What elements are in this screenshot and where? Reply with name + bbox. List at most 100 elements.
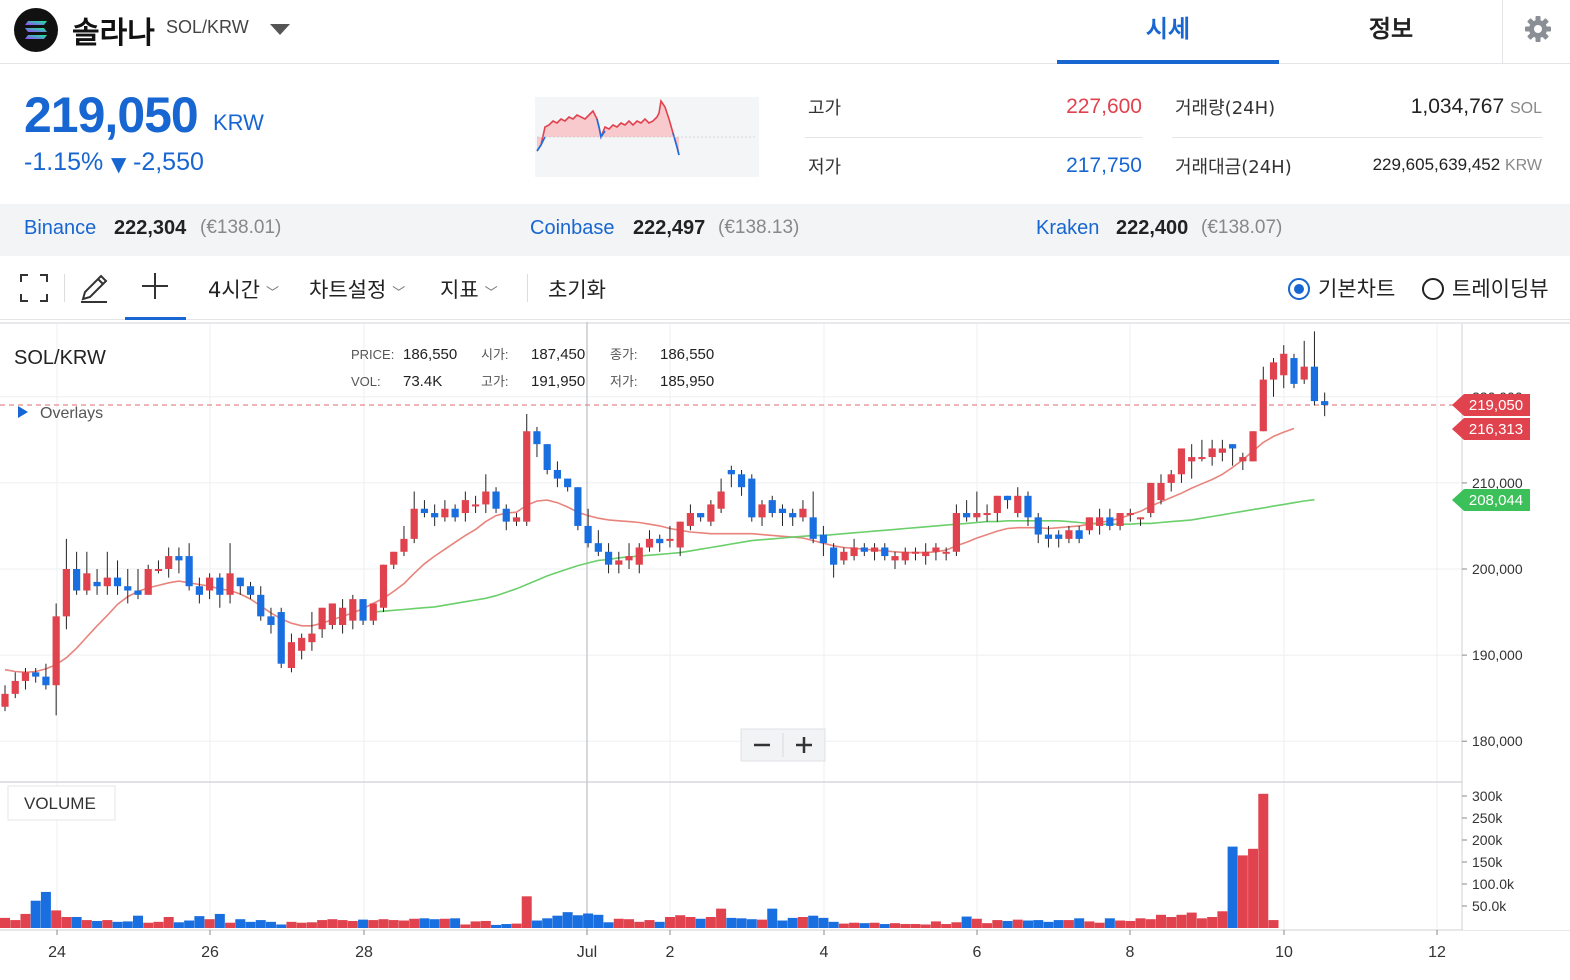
candle-body <box>830 547 838 565</box>
volume-bar <box>153 921 164 928</box>
volume-bar <box>265 921 276 928</box>
candle-body <box>1096 517 1104 526</box>
exchange-name-binance[interactable]: Binance <box>24 217 96 240</box>
candle-body <box>1014 495 1022 514</box>
volume-bar <box>1196 918 1207 928</box>
tab-price[interactable]: 시세 <box>1057 0 1279 64</box>
volume-axis-label: 200k <box>1472 832 1503 848</box>
indicators-menu[interactable]: 지표 ﹀ <box>440 274 498 304</box>
candle-body <box>216 577 224 595</box>
candle-body <box>553 469 562 479</box>
triangle-down-icon[interactable] <box>268 20 292 38</box>
time-axis-label: Jul <box>577 944 597 961</box>
candle-body <box>431 513 439 518</box>
volume-bar <box>276 924 287 928</box>
volume-bar <box>890 923 901 928</box>
candle-body <box>318 607 326 630</box>
settings-button[interactable] <box>1502 0 1570 64</box>
volume-bar <box>828 921 839 928</box>
candle-body <box>604 551 613 565</box>
volume-bar <box>30 900 41 928</box>
volume-bar <box>695 918 706 928</box>
exchange-name-kraken[interactable]: Kraken <box>1036 217 1099 240</box>
volume-bar <box>204 919 215 928</box>
volume-bar <box>92 920 103 928</box>
candle-body <box>73 569 81 591</box>
exchange-price-bar: Binance 222,304 (€138.01) Coinbase 222,4… <box>0 204 1570 256</box>
exchange-eur-kraken: (€138.07) <box>1201 217 1283 238</box>
volume-bar <box>644 920 655 928</box>
candle-body <box>870 547 879 552</box>
volume-bar <box>10 920 21 928</box>
candle-body <box>246 586 255 595</box>
change-amount: -2,550 <box>133 148 204 176</box>
candle-body <box>451 508 459 518</box>
candle-body <box>1116 513 1124 526</box>
price-tag-label: 219,050 <box>1469 397 1523 414</box>
volume-bar <box>634 921 645 928</box>
candle-body <box>676 521 684 548</box>
candle-body <box>809 517 817 539</box>
candle-body <box>502 508 510 522</box>
candle-body <box>328 603 336 625</box>
volume-bar <box>818 917 829 928</box>
divider <box>1172 137 1542 138</box>
volume-bar <box>409 918 420 928</box>
volume-bar <box>255 920 266 928</box>
top-header: 솔라나 SOL/KRW 시세 정보 <box>0 0 1570 64</box>
chart-settings-menu[interactable]: 차트설정 ﹀ <box>309 274 405 304</box>
volume-bar <box>1135 918 1146 928</box>
candle-body <box>748 478 756 518</box>
high-value: 227,600 <box>1066 95 1142 118</box>
candle-body <box>1136 517 1145 520</box>
gear-icon <box>1525 16 1551 42</box>
legend-low-value: 185,950 <box>660 373 714 390</box>
candle-body <box>1167 474 1175 483</box>
pencil-icon[interactable] <box>78 270 110 306</box>
fullscreen-icon[interactable] <box>18 270 50 306</box>
volume-bar <box>347 920 358 928</box>
basic-chart-radio[interactable]: 기본차트 <box>1288 273 1395 303</box>
candle-body <box>840 551 848 561</box>
volume-bar <box>61 917 72 928</box>
candle-body <box>461 500 469 514</box>
volume-bar <box>122 921 133 928</box>
candle-body <box>727 469 735 475</box>
candle-body <box>308 633 316 643</box>
interval-select[interactable]: 4시간 ﹀ <box>208 274 279 304</box>
volume-bar <box>900 924 911 928</box>
tradingview-radio[interactable]: 트레이딩뷰 <box>1422 273 1549 303</box>
volume-bar <box>787 917 798 928</box>
legend-vol-value: 73.4K <box>403 373 442 390</box>
candle-body <box>165 556 173 569</box>
volume-axis-label: 300k <box>1472 788 1503 804</box>
candle-body <box>1177 448 1186 475</box>
candle-body <box>737 474 746 488</box>
volume-value: 1,034,767 SOL <box>1410 95 1542 118</box>
candle-body <box>144 569 152 595</box>
coin-name: 솔라나 <box>72 16 155 51</box>
candle-body <box>379 564 388 608</box>
chevron-down-icon: ﹀ <box>392 286 406 301</box>
volume-bar <box>102 920 113 928</box>
crosshair-tool[interactable] <box>125 256 186 320</box>
time-axis-label: 4 <box>820 944 829 961</box>
time-axis-label: 12 <box>1428 944 1446 961</box>
candle-body <box>1024 495 1032 518</box>
candlestick-chart[interactable]: 180,000190,000200,000210,000220,00050.0k… <box>0 322 1570 980</box>
price-axis-label: 190,000 <box>1472 647 1523 663</box>
reset-button[interactable]: 초기화 <box>548 274 606 304</box>
volume-bar <box>716 908 727 928</box>
candle-body <box>1229 444 1237 449</box>
exchange-name-coinbase[interactable]: Coinbase <box>530 217 615 240</box>
volume-bar <box>593 914 604 928</box>
candle-body <box>257 594 265 617</box>
tab-info[interactable]: 정보 <box>1280 0 1502 64</box>
volume-bar <box>71 917 82 928</box>
price-tag-label: 208,044 <box>1469 492 1523 509</box>
exchange-price-coinbase: 222,497 <box>633 217 706 239</box>
volume-bar <box>726 917 737 928</box>
volume-bar <box>951 922 962 928</box>
price-axis-label: 200,000 <box>1472 561 1523 577</box>
chart-background <box>0 322 1570 980</box>
